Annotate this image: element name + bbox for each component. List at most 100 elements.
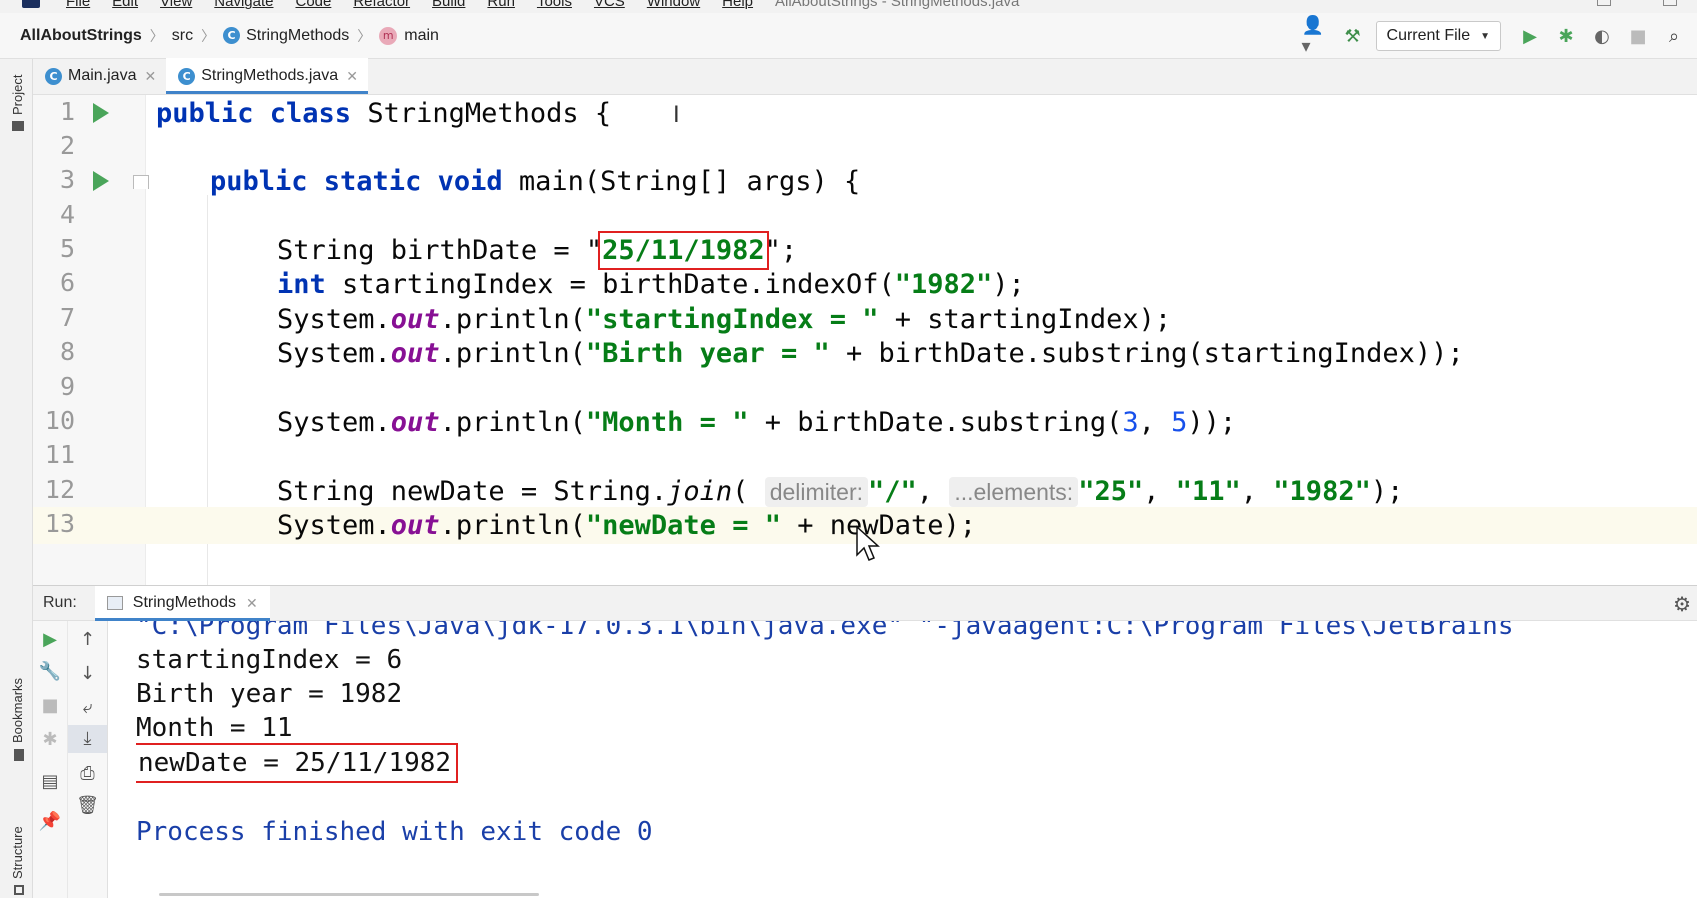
menu-run[interactable]: Run — [487, 0, 515, 10]
code-line: 4 — [33, 198, 1697, 235]
menu-build[interactable]: Build — [432, 0, 465, 10]
arrow-up-icon[interactable]: ↑ — [68, 629, 107, 650]
run-gutter-icon[interactable] — [93, 171, 109, 191]
string-literal: "25" — [1078, 476, 1144, 507]
fold-icon[interactable] — [133, 175, 149, 189]
console-line: startingIndex = 6 — [136, 645, 403, 675]
breadcrumb-class[interactable]: StringMethods — [246, 27, 349, 45]
console-line-process-finished: Process finished with exit code 0 — [136, 817, 653, 847]
tab-main-java[interactable]: C Main.java ✕ — [33, 58, 166, 94]
tab-label: StringMethods.java — [201, 67, 339, 84]
mouse-pointer-icon — [856, 525, 880, 561]
menu-vcs[interactable]: VCS — [594, 0, 625, 10]
class-icon: C — [178, 67, 196, 85]
menu-navigate[interactable]: Navigate — [214, 0, 273, 10]
build-hammer-icon[interactable]: ⚒ — [1338, 21, 1368, 51]
scroll-to-end-icon[interactable]: ⤓ — [68, 725, 107, 753]
user-icon[interactable]: 👤▾ — [1302, 15, 1332, 57]
console-line-command: "C:\Program Files\Java\jdk-17.0.3.1\bin\… — [136, 621, 1514, 641]
folder-icon[interactable] — [12, 121, 24, 131]
tab-stringmethods-java[interactable]: C StringMethods.java ✕ — [166, 58, 368, 94]
string-literal: "11" — [1175, 476, 1241, 507]
rerun-icon[interactable]: ▶ — [33, 629, 67, 650]
code-token: .println( — [439, 407, 586, 438]
structure-tool-label[interactable]: Structure — [10, 826, 25, 879]
debug-icon[interactable]: ✱ — [33, 729, 67, 750]
code-text: System.out.println("startingIndex = " + … — [277, 301, 1171, 338]
trash-icon[interactable]: 🗑 — [68, 795, 107, 816]
menu-help[interactable]: Help — [722, 0, 753, 10]
gear-icon[interactable]: ⚙ — [1673, 592, 1691, 616]
string-literal: "newDate = " — [585, 510, 781, 541]
close-icon[interactable]: ✕ — [144, 68, 156, 85]
layout-icon[interactable]: ▤ — [33, 771, 67, 792]
code-line: 1 public class StringMethods { I — [33, 95, 1697, 132]
wrench-icon[interactable]: 🔧 — [33, 661, 67, 682]
horizontal-scrollbar[interactable] — [159, 893, 539, 896]
line-number: 10 — [44, 406, 75, 435]
string-literal: "1982" — [894, 269, 993, 300]
string-literal: "Month = " — [585, 407, 749, 438]
menu-tools[interactable]: Tools — [537, 0, 572, 10]
method-token: join — [667, 476, 733, 507]
run-label: Run: — [43, 594, 77, 611]
line-number: 9 — [59, 372, 75, 401]
breadcrumb-method[interactable]: main — [404, 27, 439, 45]
text-cursor-icon: I — [673, 101, 680, 128]
pin-icon[interactable]: 📌 — [33, 811, 67, 832]
class-icon: C — [45, 67, 62, 85]
field-token: out — [390, 304, 440, 335]
code-line-current: 13 System.out.println("newDate = " + new… — [33, 507, 1697, 561]
run-gutter-icon[interactable] — [93, 103, 109, 123]
string-literal: "Birth year = " — [585, 338, 830, 369]
bookmark-icon[interactable] — [14, 749, 24, 761]
param-hint-elements: ...elements: — [949, 477, 1079, 507]
menu-code[interactable]: Code — [295, 0, 331, 10]
breadcrumb-src[interactable]: src — [172, 27, 193, 45]
soft-wrap-icon[interactable]: ⤶ — [68, 697, 107, 718]
restore-icon[interactable] — [1663, 0, 1677, 6]
line-number: 6 — [59, 268, 75, 297]
line-number: 8 — [59, 337, 75, 366]
code-line: 11 — [33, 438, 1697, 475]
close-icon[interactable]: ✕ — [246, 595, 258, 612]
structure-icon[interactable] — [14, 885, 24, 895]
search-icon[interactable]: ⌕ — [1659, 21, 1689, 51]
run-icon[interactable]: ▶ — [1515, 21, 1545, 51]
code-token: , — [916, 476, 950, 507]
project-tool-label[interactable]: Project — [10, 75, 25, 115]
debug-bug-icon[interactable]: ✱ — [1551, 21, 1581, 51]
code-text: int startingIndex = birthDate.indexOf("1… — [277, 266, 1025, 303]
param-hint-delimiter: delimiter: — [764, 477, 869, 507]
code-editor[interactable]: 1 public class StringMethods { I 2 3 pub… — [33, 95, 1697, 585]
menu-refactor[interactable]: Refactor — [353, 0, 410, 10]
code-token: "; — [764, 235, 798, 266]
string-literal: "1982" — [1273, 476, 1371, 507]
stop-icon[interactable]: ■ — [1623, 21, 1653, 51]
stop-icon[interactable]: ■ — [33, 695, 67, 716]
menu-view[interactable]: View — [160, 0, 192, 10]
coverage-icon[interactable]: ◐ — [1587, 21, 1617, 51]
console-output[interactable]: "C:\Program Files\Java\jdk-17.0.3.1\bin\… — [136, 621, 1697, 898]
code-text: public class StringMethods { — [156, 95, 611, 132]
bookmarks-tool-label[interactable]: Bookmarks — [10, 678, 25, 743]
menu-edit[interactable]: Edit — [112, 0, 138, 10]
menu-window[interactable]: Window — [647, 0, 700, 10]
print-icon[interactable]: ⎙ — [68, 763, 107, 784]
minimize-icon[interactable] — [1597, 0, 1611, 6]
close-icon[interactable]: ✕ — [346, 68, 358, 85]
field-token: out — [390, 510, 440, 541]
run-toolbar-secondary: ↑ ↓ ⤶ ⤓ ⎙ 🗑 — [68, 621, 108, 898]
breadcrumb-project[interactable]: AllAboutStrings — [20, 27, 142, 45]
run-panel: Run: StringMethods ✕ ⚙ ▶ 🔧 ■ ✱ ▤ 📌 ↑ ↓ ⤶… — [33, 585, 1697, 898]
console-line-highlighted: newDate = 25/11/1982 — [136, 743, 459, 783]
run-tab-stringmethods[interactable]: StringMethods ✕ — [94, 585, 270, 621]
console-line: Month = 11 — [136, 713, 293, 743]
run-config-select[interactable]: Current File ▼ — [1375, 21, 1501, 51]
menu-file[interactable]: File — [66, 0, 90, 10]
arrow-down-icon[interactable]: ↓ — [68, 663, 107, 684]
highlighted-string: 25/11/1982 — [598, 231, 769, 270]
chevron-right-icon: 〉 — [149, 27, 164, 44]
code-token: ( — [732, 476, 749, 507]
code-token: System. — [277, 304, 391, 335]
